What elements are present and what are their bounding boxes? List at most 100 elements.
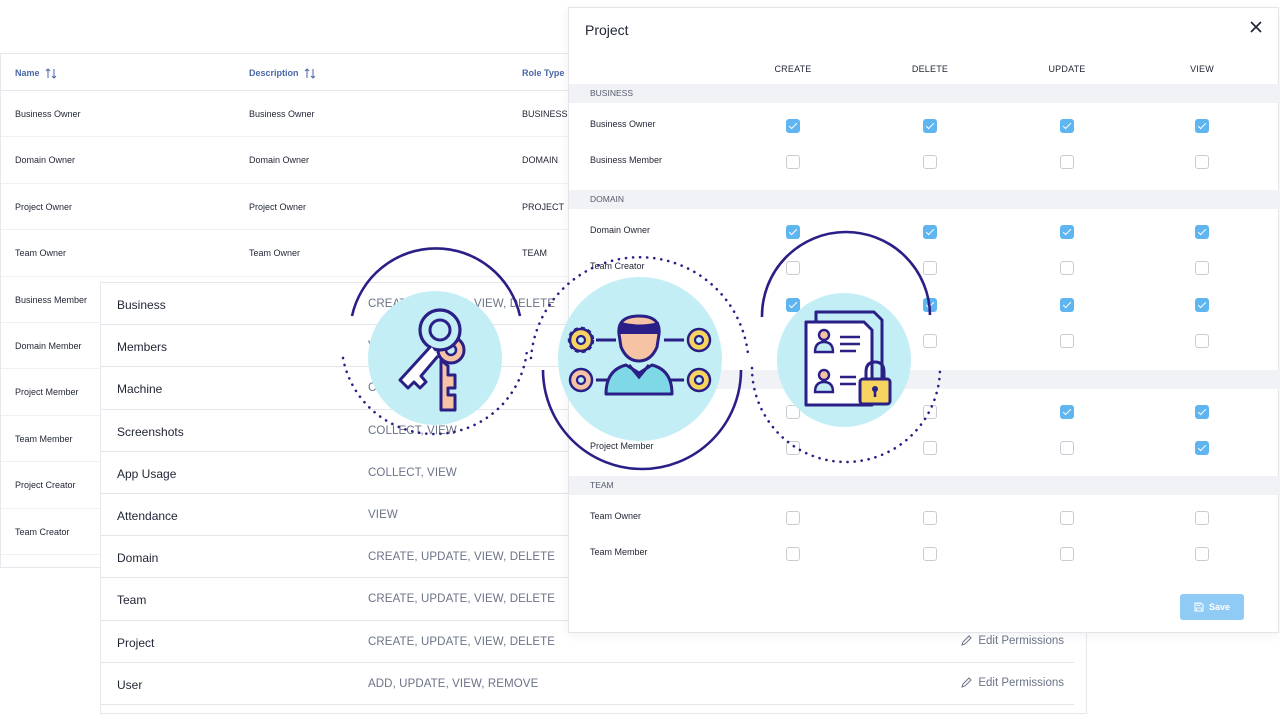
permission-row: Business Owner xyxy=(569,111,1280,147)
permission-checkbox-view[interactable] xyxy=(1195,511,1209,525)
roles-table-header: Name Description Role Type xyxy=(1,54,579,91)
permission-section-header: TEAM xyxy=(569,476,1280,495)
resource-name: Project xyxy=(117,635,155,650)
permission-row xyxy=(569,326,1280,362)
permission-role-label: Business Member xyxy=(590,155,663,166)
permission-checkbox-update[interactable] xyxy=(1060,119,1074,133)
permission-checkbox-create[interactable] xyxy=(786,155,800,170)
role-name: Project Creator xyxy=(15,480,76,491)
permission-checkbox-view[interactable] xyxy=(1195,297,1209,312)
permission-checkbox-view[interactable] xyxy=(1195,441,1209,456)
permission-checkbox-create[interactable] xyxy=(786,405,800,419)
resource-name: Domain xyxy=(117,551,159,566)
pencil-icon xyxy=(961,634,973,646)
column-description-header[interactable]: Description xyxy=(249,68,316,79)
role-type: PROJECT xyxy=(522,201,565,212)
permission-checkbox-create[interactable] xyxy=(786,225,800,239)
permission-checkbox-view[interactable] xyxy=(1195,261,1209,276)
permission-checkbox-update[interactable] xyxy=(1060,261,1074,276)
permission-checkbox-delete[interactable] xyxy=(923,225,937,239)
permission-checkbox-update[interactable] xyxy=(1060,334,1074,349)
role-name: Domain Member xyxy=(15,340,82,351)
permission-role-label: Team Creator xyxy=(590,261,645,272)
permission-checkbox-create[interactable] xyxy=(786,261,800,276)
permission-checkbox-delete[interactable] xyxy=(923,547,937,562)
permission-checkbox-delete[interactable] xyxy=(923,261,937,276)
pencil-icon xyxy=(961,677,973,688)
permission-checkbox-update[interactable] xyxy=(1060,405,1074,419)
resource-name: Team xyxy=(117,593,147,608)
role-name: Business Member xyxy=(15,294,88,305)
edit-permissions-link[interactable]: Edit Permissions xyxy=(960,635,1064,647)
permission-checkbox-update[interactable] xyxy=(1060,441,1074,456)
permission-checkbox-delete[interactable] xyxy=(923,297,937,312)
permission-row: Project Member xyxy=(569,433,1280,469)
edit-permissions-label: Edit Permissions xyxy=(978,634,1064,647)
column-delete: DELETE xyxy=(911,64,949,74)
permission-checkbox-update[interactable] xyxy=(1060,547,1074,562)
role-row[interactable]: Domain Owner Domain Owner DOMAIN xyxy=(1,137,579,184)
edit-permissions-link[interactable]: Edit Permissions xyxy=(960,677,1064,689)
permission-checkbox-update[interactable] xyxy=(1060,297,1074,312)
permission-role-label: Team Owner xyxy=(590,511,642,521)
role-name: Project Member xyxy=(15,387,79,398)
permission-checkbox-create[interactable] xyxy=(786,547,800,562)
permission-checkbox-delete[interactable] xyxy=(923,155,937,170)
role-type: DOMAIN xyxy=(522,155,558,166)
permission-role-label: Domain Owner xyxy=(590,225,651,235)
permission-section-header xyxy=(569,370,1280,389)
permission-checkbox-create[interactable] xyxy=(786,441,800,456)
role-name: Project Owner xyxy=(15,201,73,212)
permission-section-header: BUSINESS xyxy=(569,84,1280,103)
resource-permissions: CREATE, UPDATE, VIEW, DELETE xyxy=(368,551,556,564)
permission-checkbox-create[interactable] xyxy=(786,334,800,349)
column-view: VIEW xyxy=(1190,64,1214,74)
permission-checkbox-view[interactable] xyxy=(1195,334,1209,349)
column-role-type-header[interactable]: Role Type xyxy=(522,68,564,78)
permission-checkbox-delete[interactable] xyxy=(923,405,937,419)
resource-name: Machine xyxy=(117,382,163,397)
permission-checkbox-view[interactable] xyxy=(1195,405,1209,419)
modal-title: Project xyxy=(585,22,629,38)
permission-row: Team Creator xyxy=(569,253,1280,289)
permission-checkbox-update[interactable] xyxy=(1060,511,1074,525)
permission-checkbox-delete[interactable] xyxy=(923,119,937,133)
permission-checkbox-create[interactable] xyxy=(786,511,800,525)
column-name-header[interactable]: Name xyxy=(15,68,57,79)
resource-name: Business xyxy=(117,298,166,312)
resource-permissions: VIEW xyxy=(368,340,398,353)
permission-checkbox-update[interactable] xyxy=(1060,155,1074,170)
save-button[interactable]: Save xyxy=(1180,594,1244,620)
save-button-label: Save xyxy=(1208,602,1231,612)
resource-name: App Usage xyxy=(117,466,177,481)
column-create: CREATE xyxy=(774,64,812,74)
role-type: TEAM xyxy=(522,248,548,259)
permission-checkbox-delete[interactable] xyxy=(923,511,937,525)
permission-row: Team Owner xyxy=(569,503,1280,539)
permission-checkbox-delete[interactable] xyxy=(923,334,937,349)
permission-section-header: DOMAIN xyxy=(569,190,1280,209)
role-row[interactable]: Project Owner Project Owner PROJECT xyxy=(1,184,579,231)
close-icon[interactable] xyxy=(1248,19,1264,35)
permission-checkbox-create[interactable] xyxy=(786,119,800,133)
resource-name: Screenshots xyxy=(117,424,184,439)
permission-checkbox-view[interactable] xyxy=(1195,155,1209,170)
permission-checkbox-update[interactable] xyxy=(1060,225,1074,239)
permission-role-label: Project Member xyxy=(590,441,654,452)
resource-name: User xyxy=(117,677,143,692)
resource-permissions: COLLECT, VIEW xyxy=(368,424,457,437)
permission-checkbox-view[interactable] xyxy=(1195,225,1209,239)
role-row[interactable]: Business Owner Business Owner BUSINESS xyxy=(1,91,579,138)
permission-checkbox-view[interactable] xyxy=(1195,547,1209,562)
permission-checkbox-delete[interactable] xyxy=(923,441,937,456)
save-icon xyxy=(1194,602,1204,612)
sort-icon[interactable] xyxy=(45,68,57,79)
role-description: Domain Owner xyxy=(249,155,310,166)
sort-icon[interactable] xyxy=(304,68,316,79)
permission-checkbox-view[interactable] xyxy=(1195,119,1209,133)
role-row[interactable]: Team Owner Team Owner TEAM xyxy=(1,230,579,277)
resource-permissions: ADD, UPDATE, VIEW, REMOVE xyxy=(368,677,539,690)
resource-permissions: CREATE, UPDATE, VIEW, DELETE xyxy=(368,298,556,310)
permission-checkbox-create[interactable] xyxy=(786,297,800,312)
role-description: Project Owner xyxy=(249,201,307,212)
